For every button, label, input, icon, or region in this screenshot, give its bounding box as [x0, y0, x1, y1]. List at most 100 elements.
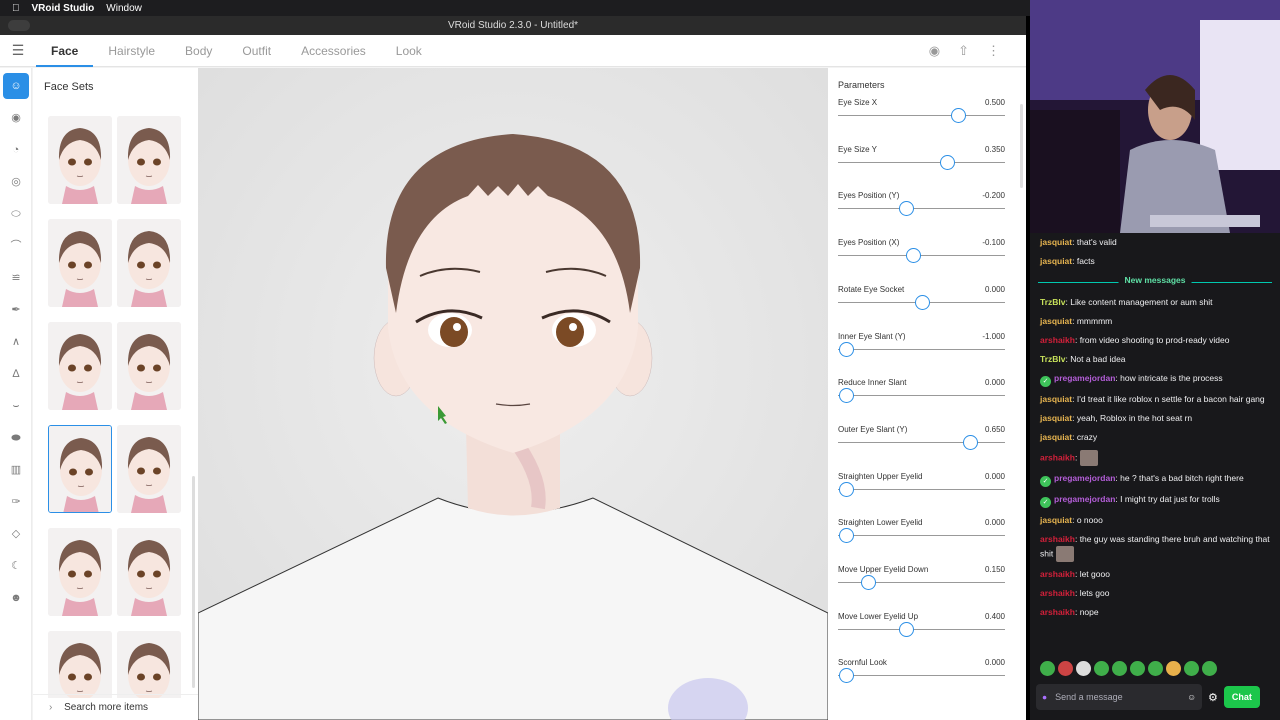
- chat-username[interactable]: arshaikh: [1040, 588, 1075, 598]
- chat-username[interactable]: pregamejordan: [1054, 373, 1115, 383]
- face-sets-scrollbar[interactable]: [192, 476, 195, 688]
- slider-knob[interactable]: [861, 575, 877, 590]
- emote-icon[interactable]: [1166, 661, 1181, 676]
- more-vert-icon[interactable]: ⋮: [987, 43, 1000, 59]
- teeth-icon[interactable]: ▥: [3, 457, 29, 483]
- pen-icon[interactable]: ✑: [3, 489, 29, 515]
- slider-track[interactable]: [838, 441, 1005, 443]
- eyes-icon[interactable]: ◎: [3, 169, 29, 195]
- face-set-item[interactable]: ✓: [48, 631, 112, 698]
- face-shape-icon[interactable]: ◔: [3, 137, 29, 163]
- flame-icon[interactable]: ∆: [3, 361, 29, 387]
- oval-icon[interactable]: ⬭: [3, 201, 29, 227]
- parameter-value[interactable]: -0.200: [982, 191, 1005, 200]
- face-set-item[interactable]: ✓: [117, 425, 181, 513]
- camera-icon[interactable]: ◉: [929, 43, 940, 59]
- face-set-item[interactable]: ✓: [48, 219, 112, 307]
- face-set-item[interactable]: ✓: [48, 322, 112, 410]
- tab-look[interactable]: Look: [381, 35, 437, 67]
- parameter-value[interactable]: 0.000: [985, 285, 1005, 294]
- microphone-icon[interactable]: ●: [1042, 692, 1047, 702]
- slider-knob[interactable]: [899, 201, 915, 217]
- chat-input[interactable]: ● Send a message ☺: [1036, 684, 1202, 710]
- chat-username[interactable]: arshaikh: [1040, 569, 1075, 579]
- face-set-item[interactable]: ✓: [117, 528, 181, 616]
- diamond-icon[interactable]: ◇: [3, 521, 29, 547]
- parameter-value[interactable]: 0.000: [985, 378, 1005, 387]
- search-more-items[interactable]: › Search more items: [33, 694, 198, 720]
- slider-track[interactable]: [838, 628, 1005, 630]
- parameter-value[interactable]: 0.000: [985, 472, 1005, 481]
- chat-username[interactable]: jasquiat: [1040, 316, 1072, 326]
- tab-accessories[interactable]: Accessories: [286, 35, 381, 67]
- parameter-value[interactable]: 0.500: [985, 98, 1005, 107]
- tab-outfit[interactable]: Outfit: [227, 35, 286, 67]
- chat-send-button[interactable]: Chat: [1223, 686, 1260, 708]
- chat-username[interactable]: jasquiat: [1040, 515, 1072, 525]
- slider-knob[interactable]: [839, 528, 855, 544]
- chat-username[interactable]: arshaikh: [1040, 335, 1075, 345]
- slider-knob[interactable]: [939, 154, 955, 170]
- lips-icon[interactable]: ⬬: [3, 425, 29, 451]
- chat-username[interactable]: arshaikh: [1040, 534, 1075, 544]
- slider-knob[interactable]: [839, 481, 855, 497]
- emote-icon[interactable]: [1202, 661, 1217, 676]
- face-set-item[interactable]: ✓: [48, 116, 112, 204]
- chat-username[interactable]: pregamejordan: [1054, 494, 1115, 504]
- slider-knob[interactable]: [839, 341, 855, 357]
- parameter-value[interactable]: -1.000: [982, 332, 1005, 341]
- window-controls[interactable]: [8, 20, 30, 31]
- slider-track[interactable]: [838, 161, 1005, 163]
- tab-hairstyle[interactable]: Hairstyle: [93, 35, 170, 67]
- chat-username[interactable]: arshaikh: [1040, 607, 1075, 617]
- settings-gear-icon[interactable]: ⚙: [1208, 691, 1218, 704]
- share-icon[interactable]: ⇧: [958, 43, 969, 59]
- slider-knob[interactable]: [839, 388, 855, 404]
- face-set-item[interactable]: ✓: [117, 322, 181, 410]
- brush-icon[interactable]: ✒: [3, 297, 29, 323]
- emote-icon[interactable]: [1094, 661, 1109, 676]
- parameter-value[interactable]: 0.400: [985, 612, 1005, 621]
- chat-username[interactable]: arshaikh: [1040, 452, 1075, 462]
- emote-icon[interactable]: [1040, 661, 1055, 676]
- chat-username[interactable]: jasquiat: [1040, 432, 1072, 442]
- emote-icon[interactable]: [1130, 661, 1145, 676]
- hamburger-menu-icon[interactable]: ☰: [0, 42, 36, 59]
- slider-knob[interactable]: [906, 248, 922, 264]
- face-sets-icon[interactable]: ☺: [3, 73, 29, 99]
- face-set-item[interactable]: ✓: [117, 219, 181, 307]
- slider-knob[interactable]: [914, 294, 930, 310]
- emote-bar[interactable]: [1040, 661, 1217, 676]
- mouth-icon[interactable]: ⌣: [3, 393, 29, 419]
- slider-track[interactable]: [838, 395, 1005, 397]
- slider-track[interactable]: [838, 535, 1005, 537]
- parameters-scrollbar[interactable]: [1020, 104, 1023, 188]
- emote-icon[interactable]: [1112, 661, 1127, 676]
- nose-icon[interactable]: ∧: [3, 329, 29, 355]
- chat-username[interactable]: TrzBlv: [1040, 354, 1066, 364]
- chat-username[interactable]: jasquiat: [1040, 256, 1072, 266]
- face-set-item[interactable]: ✓: [48, 425, 112, 513]
- face-set-item[interactable]: ✓: [117, 631, 181, 698]
- chat-username[interactable]: jasquiat: [1040, 394, 1072, 404]
- ear-icon[interactable]: ☾: [3, 553, 29, 579]
- slider-knob[interactable]: [839, 668, 855, 684]
- parameter-value[interactable]: 0.650: [985, 425, 1005, 434]
- parameter-value[interactable]: -0.100: [982, 238, 1005, 247]
- slider-track[interactable]: [838, 255, 1005, 257]
- emote-icon[interactable]: [1058, 661, 1073, 676]
- eye-icon[interactable]: ◉: [3, 105, 29, 131]
- face-set-item[interactable]: ✓: [117, 116, 181, 204]
- menu-app-name[interactable]: VRoid Studio: [32, 3, 95, 14]
- slider-track[interactable]: [838, 115, 1005, 116]
- chat-username[interactable]: pregamejordan: [1054, 473, 1115, 483]
- chat-username[interactable]: jasquiat: [1040, 237, 1072, 247]
- tab-face[interactable]: Face: [36, 35, 94, 67]
- menu-window[interactable]: Window: [106, 3, 142, 14]
- eyelash-icon[interactable]: ≌: [3, 265, 29, 291]
- chat-username[interactable]: jasquiat: [1040, 413, 1072, 423]
- parameter-value[interactable]: 0.150: [985, 565, 1005, 574]
- emote-icon[interactable]: [1148, 661, 1163, 676]
- parameter-value[interactable]: 0.000: [985, 658, 1005, 667]
- face-icon[interactable]: ☻: [3, 585, 29, 611]
